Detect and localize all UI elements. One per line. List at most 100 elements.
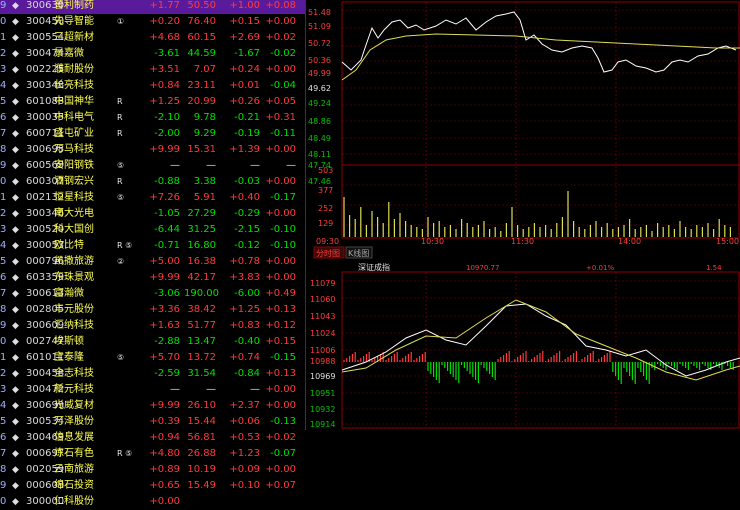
quote-row[interactable]: 1 ◆ 002132 恒星科技 ⑤ +7.26 5.91 +0.40 -0.17 bbox=[0, 190, 305, 206]
change-percent: -0.71 bbox=[154, 240, 180, 251]
change-percent: +0.39 bbox=[149, 416, 180, 427]
last-price: 26.88 bbox=[187, 448, 216, 459]
stock-name: 安阳钢铁 bbox=[54, 160, 94, 171]
last-price: 76.40 bbox=[187, 16, 216, 27]
stock-name: 仁科股份 bbox=[54, 496, 94, 507]
quote-row[interactable]: 9 ◆ 300609 汇纳科技 +1.63 51.77 +0.83 +0.12 bbox=[0, 318, 305, 334]
row-bullet-icon: ◆ bbox=[12, 257, 19, 267]
stock-name: 先导智能 bbox=[54, 16, 94, 27]
last-price: 23.11 bbox=[187, 80, 216, 91]
row-bullet-icon: ◆ bbox=[12, 161, 19, 171]
stock-name: 酒钢宏兴 bbox=[54, 176, 94, 187]
quote-row[interactable]: 9 ◆ 600569 安阳钢铁 ⑤ — — — — bbox=[0, 158, 305, 174]
change-percent: -3.06 bbox=[154, 288, 180, 299]
price-axis-label: 48.11 bbox=[308, 150, 331, 159]
quote-row[interactable]: 5 ◆ 000796 凯撒旅游 ② +5.00 16.38 +0.78 +0.00 bbox=[0, 254, 305, 270]
row-bullet-icon: ◆ bbox=[12, 417, 19, 427]
quote-row[interactable]: 4 ◆ 300053 欧比特 R ⑤ -0.71 16.80 -0.12 -0.10 bbox=[0, 238, 305, 254]
quote-index: 9 bbox=[0, 480, 7, 491]
quote-row[interactable]: 1 ◆ 601011 宝泰隆 ⑤ +5.70 13.72 +0.74 -0.15 bbox=[0, 350, 305, 366]
quote-index: 6 bbox=[0, 272, 7, 283]
price-change: +0.40 bbox=[229, 192, 260, 203]
stock-flag: ⑤ bbox=[117, 353, 125, 362]
price-change: -0.21 bbox=[234, 112, 260, 123]
row-bullet-icon: ◆ bbox=[12, 289, 19, 299]
quote-row[interactable]: 0 ◆ 002747 埃斯顿 -2.88 13.47 -0.40 +0.15 bbox=[0, 334, 305, 350]
stock-name: 盛屯矿业 bbox=[54, 128, 94, 139]
quote-row[interactable]: 5 ◆ 601088 中国神华 R +1.25 20.99 +0.26 +0.05 bbox=[0, 94, 305, 110]
row-bullet-icon: ◆ bbox=[12, 337, 19, 347]
change-percent: -2.59 bbox=[154, 368, 180, 379]
change-percent: +0.89 bbox=[149, 464, 180, 475]
stock-name: 科大国创 bbox=[54, 224, 94, 235]
change-percent: -6.44 bbox=[154, 224, 180, 235]
price-change: +0.09 bbox=[229, 464, 260, 475]
price-change: +2.37 bbox=[229, 400, 260, 411]
quote-index: 3 bbox=[0, 224, 7, 235]
last-price: 31.54 bbox=[187, 368, 216, 379]
speed: -0.04 bbox=[270, 80, 296, 91]
quote-row[interactable]: 2 ◆ 300474 景嘉微 -3.61 44.59 -1.67 -0.02 bbox=[0, 46, 305, 62]
change-percent: -1.05 bbox=[154, 208, 180, 219]
quote-row[interactable]: 9 ◆ 000609 绵石投资 +0.65 15.49 +0.10 +0.07 bbox=[0, 478, 305, 494]
chart-tabs[interactable]: 分时图 K线图 bbox=[313, 246, 373, 259]
quote-row[interactable]: 3 ◆ 300520 科大国创 -6.44 31.25 -2.15 -0.10 bbox=[0, 222, 305, 238]
stock-flag: ② bbox=[117, 257, 125, 266]
change-percent: +0.65 bbox=[149, 480, 180, 491]
speed: +0.15 bbox=[265, 336, 296, 347]
quote-row[interactable]: 8 ◆ 002805 丰元股份 +3.36 38.42 +1.25 +0.13 bbox=[0, 302, 305, 318]
row-bullet-icon: ◆ bbox=[12, 321, 19, 331]
tab-kline-label: K线图 bbox=[348, 248, 369, 258]
quote-index: 9 bbox=[0, 320, 7, 331]
change-percent: +5.70 bbox=[149, 352, 180, 363]
quote-index: 9 bbox=[0, 160, 7, 171]
chart-panel: 51.48 51.09 50.72 50.36 49.99 49.62 49.24 48.86… bbox=[306, 0, 740, 430]
stock-name: 云南旅游 bbox=[54, 464, 94, 475]
price-change: -0.03 bbox=[234, 176, 260, 187]
last-price: 44.59 bbox=[187, 48, 216, 59]
price-change: -0.84 bbox=[234, 368, 260, 379]
quote-row[interactable]: 2 ◆ 300346 南大光电 -1.05 27.29 -0.29 +0.00 bbox=[0, 206, 305, 222]
price-axis-label: 49.99 bbox=[308, 69, 331, 78]
quote-row[interactable]: 1 ◆ 300554 三超新材 +4.68 60.15 +2.69 +0.02 bbox=[0, 30, 305, 46]
row-bullet-icon: ◆ bbox=[12, 241, 19, 251]
quote-row[interactable]: 3 ◆ 300472 新元科技 — — — +0.00 bbox=[0, 382, 305, 398]
last-price: 15.31 bbox=[187, 144, 216, 155]
quote-row[interactable]: 0 ◆ 600307 酒钢宏兴 R -0.88 3.38 -0.03 +0.00 bbox=[0, 174, 305, 190]
quote-row[interactable]: 0 ◆ 300450 先导智能 ① +0.20 76.40 +0.15 +0.00 bbox=[0, 14, 305, 30]
index-axis-label: 11060 bbox=[310, 295, 335, 304]
change-percent: +0.00 bbox=[149, 496, 180, 507]
quote-row[interactable]: 3 ◆ 002225 濮耐股份 +3.51 7.07 +0.24 +0.00 bbox=[0, 62, 305, 78]
quote-row[interactable]: 4 ◆ 300348 长亮科技 +0.84 23.11 +0.01 -0.04 bbox=[0, 78, 305, 94]
last-price: 16.80 bbox=[187, 240, 216, 251]
index-axis-label: 11024 bbox=[310, 329, 335, 338]
row-bullet-icon: ◆ bbox=[12, 193, 19, 203]
quote-row[interactable]: 0 ◆ 300000 仁科股份 +0.00 bbox=[0, 494, 305, 510]
quote-row[interactable]: 9 ◆ 300630 普利制药 +1.77 50.50 +1.00 +0.08 bbox=[0, 0, 305, 14]
quote-index: 1 bbox=[0, 192, 7, 203]
change-percent: -2.88 bbox=[154, 336, 180, 347]
quote-row[interactable]: 7 ◆ 000697 炼石有色 R ⑤ +4.80 26.88 +1.23 -0.07 bbox=[0, 446, 305, 462]
quote-row[interactable]: 8 ◆ 300698 万马科技 +9.99 15.31 +1.39 +0.00 bbox=[0, 142, 305, 158]
quote-row[interactable]: 6 ◆ 603359 东珠景观 +9.99 42.17 +3.83 +0.00 bbox=[0, 270, 305, 286]
index-extra: 1.54 bbox=[706, 264, 722, 272]
quote-row[interactable]: 4 ◆ 300699 光威复材 +9.99 26.10 +2.37 +0.00 bbox=[0, 398, 305, 414]
quote-row[interactable]: 5 ◆ 300534 万泽股份 +0.39 15.44 +0.06 -0.13 bbox=[0, 414, 305, 430]
quote-index: 5 bbox=[0, 416, 7, 427]
stock-name: 万泽股份 bbox=[54, 416, 94, 427]
quote-row[interactable]: 7 ◆ 600711 盛屯矿业 R -2.00 9.29 -0.19 -0.11 bbox=[0, 126, 305, 142]
row-bullet-icon: ◆ bbox=[12, 97, 19, 107]
quote-index: 1 bbox=[0, 352, 7, 363]
speed: +0.13 bbox=[265, 368, 296, 379]
change-percent: +0.94 bbox=[149, 432, 180, 443]
quote-index: 0 bbox=[0, 16, 7, 27]
quote-row[interactable]: 8 ◆ 002059 云南旅游 +0.89 10.19 +0.09 +0.00 bbox=[0, 462, 305, 478]
quote-row[interactable]: 2 ◆ 300458 全志科技 -2.59 31.54 -0.84 +0.13 bbox=[0, 366, 305, 382]
stock-flag: R ⑤ bbox=[117, 241, 133, 250]
price-change: -2.15 bbox=[234, 224, 260, 235]
quote-row[interactable]: 6 ◆ 300469 信息发展 +0.94 56.81 +0.53 +0.02 bbox=[0, 430, 305, 446]
quote-row[interactable]: 7 ◆ 300613 富瀚微 -3.06 190.00 -6.00 +0.49 bbox=[0, 286, 305, 302]
quote-index: 3 bbox=[0, 64, 7, 75]
quote-row[interactable]: 6 ◆ 300035 中科电气 R -2.10 9.78 -0.21 +0.31 bbox=[0, 110, 305, 126]
stock-name: 欧比特 bbox=[54, 240, 84, 251]
